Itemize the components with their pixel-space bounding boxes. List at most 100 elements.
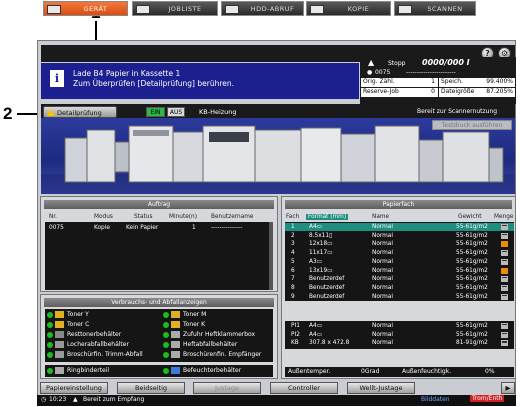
paper-level-icon — [501, 224, 508, 230]
paper-settings-button[interactable]: Papiereinstellung — [40, 382, 108, 394]
paper-tray-row[interactable]: 8 Benutzerdef Normal 55-61g/m2 — [285, 284, 514, 292]
paper-tray-row[interactable]: PI1 A4▭ Normal 55-61g/m2 — [285, 322, 514, 330]
paper-tray-title: Papierfach — [285, 200, 512, 209]
next-page-arrow-icon[interactable]: ▶ — [501, 382, 515, 394]
trim-icon — [55, 351, 64, 358]
receive-icon: ▲ — [73, 396, 78, 403]
toner-icon — [55, 311, 64, 318]
count-display: 0000/000 I — [422, 58, 470, 67]
ok-indicator — [47, 368, 53, 374]
paper-tray-table: 1 A4▭ Normal 55-61g/m2 2 8.5x11▯ Normal 55-61g/… — [285, 222, 514, 301]
counter-dashes: ----------------------- — [406, 69, 456, 76]
paper-tray-row[interactable]: 1 A4▭ Normal 55-61g/m2 — [285, 223, 514, 231]
receive-status: Bereit zum Empfang — [83, 396, 145, 403]
staple-supply-status: Zufuhr Heftklammerbox — [163, 331, 273, 340]
paper-level-icon — [501, 276, 508, 283]
booklet-receiver-status: Broschürenfin. Empfänger — [163, 351, 273, 360]
paper-tray-row[interactable]: PI2 A4▭ Normal 55-61g/m2 — [285, 331, 514, 339]
job-table: 0075 Kopie Kein Papier 1 --------------- — [45, 222, 273, 290]
curl-adjust-button[interactable]: Wellt-Justage — [347, 382, 415, 394]
paper-tray-row[interactable]: 6 13x19▭ Normal 55-61g/m2 — [285, 267, 514, 275]
detail-check-button[interactable]: Detailprüfung — [43, 106, 117, 118]
paper-tray-row[interactable]: 5 A3▭ Normal 55-61g/m2 — [285, 258, 514, 266]
duplex-button[interactable]: Beidseitig — [117, 382, 185, 394]
paper-tray-row[interactable]: 9 Benutzerdef Normal 55-61g/m2 — [285, 293, 514, 301]
reserve-job-row: Reserve-Job 0 — [361, 88, 438, 97]
toner-icon — [55, 321, 64, 328]
consumables-list: Toner Y Toner C Resttonerbehälter Locher… — [45, 309, 273, 362]
ok-indicator — [163, 352, 169, 358]
paper-extra-table: PI1 A4▭ Normal 55-61g/m2 PI2 A4▭ Normal 55-61g/… — [285, 321, 514, 349]
environment-row: Außentemper. 0Grad Außenfeuchtigk. 0% — [285, 367, 514, 377]
toner-y-status: Toner Y — [47, 311, 157, 320]
paper-level-icon — [501, 323, 508, 329]
stop-label: Stopp — [388, 60, 406, 67]
adjustment-button[interactable]: Justage — [193, 382, 261, 394]
staple-waste-icon — [171, 341, 180, 348]
staple-waste-status: Heftabfallbehälter — [163, 341, 273, 350]
paper-tray-row[interactable]: KB 307.8 x 472.8 Normal 81-91g/m2 — [285, 339, 514, 347]
job-table-header: Nr. Modus Status Minute(n) Benutzername — [49, 214, 254, 220]
clock-time: 10:23 — [49, 396, 67, 403]
job-panel-title: Auftrag — [44, 200, 274, 209]
message-area: i Lade B4 Papier in Kassette 1 Zum Überp… — [41, 63, 359, 99]
paper-tray-row[interactable]: 4 11x17▭ Normal 55-61g/m2 — [285, 249, 514, 257]
tab-device[interactable]: GERÄT — [43, 1, 128, 16]
booklet-trim-status: Broschürfin. Trimm-Abfall — [47, 351, 157, 360]
heater-off-button[interactable]: AUS — [167, 107, 185, 117]
message-line-1: Lade B4 Papier in Kassette 1 — [73, 69, 181, 78]
job-scrollbar[interactable] — [269, 222, 273, 290]
paper-tray-row[interactable]: 3 12x18▭ Normal 55-61g/m2 — [285, 240, 514, 248]
tab-hdd-recall[interactable]: HDD-ABRUF — [221, 1, 304, 16]
paper-level-icon — [501, 232, 508, 239]
humidifier-status: Befeuchterbehälter — [163, 367, 273, 376]
memory-row: Speich. 99.400% — [439, 78, 515, 87]
copy-icon — [310, 5, 324, 14]
counter-panel: ▲ Stopp 0000/000 I ● 0075 --------------… — [360, 57, 516, 104]
tab-copy[interactable]: KOPIE — [306, 1, 391, 16]
paper-level-icon — [501, 258, 508, 265]
consumables-panel: Verbrauchs- und Abfallanzeigen Toner Y T… — [40, 294, 278, 379]
footer-status-bar: ◷ 10:23 ▲ Bereit zum Empfang Bilddaten T… — [37, 395, 516, 406]
toner-c-status: Toner C — [47, 321, 157, 330]
receiver-icon — [171, 351, 180, 358]
toner-icon — [171, 321, 180, 328]
punch-waste-status: Locherabfallbehälter — [47, 341, 157, 350]
staple-icon — [171, 331, 180, 338]
paper-tray-panel: Papierfach Fach Format (mm) Name Gewicht… — [281, 196, 516, 379]
test-print-button[interactable]: Testdruck ausführen — [432, 120, 512, 130]
tab-joblist[interactable]: JOBLISTE — [132, 1, 218, 16]
controller-button[interactable]: Controller — [270, 382, 338, 394]
ok-indicator — [163, 312, 169, 318]
heater-label: KB-Heizung — [199, 108, 237, 116]
scan-ready-label: Bereit zur Scannernutzung — [417, 108, 498, 115]
job-panel: Auftrag Nr. Modus Status Minute(n) Benut… — [40, 196, 278, 292]
paper-level-icon — [501, 340, 508, 347]
tab-scan[interactable]: SCANNEN — [394, 1, 476, 16]
ok-indicator — [163, 322, 169, 328]
paper-tray-row[interactable]: 2 8.5x11▯ Normal 55-61g/m2 — [285, 232, 514, 240]
toner-k-status: Toner K — [163, 321, 273, 330]
waste-toner-icon — [55, 331, 64, 338]
clock-icon: ◷ — [41, 396, 47, 403]
hdd-icon — [225, 5, 239, 14]
message-line-2: Zum Überprüfen [Detailprüfung] berühren. — [73, 79, 234, 88]
paper-tray-row[interactable]: 7 Benutzerdef Normal 55-61g/m2 — [285, 275, 514, 283]
ring-binder-icon — [55, 367, 64, 374]
paper-level-icon — [501, 293, 508, 300]
toner-data-indicator: Trom/Enth — [470, 395, 505, 402]
ok-indicator — [47, 332, 53, 338]
ok-indicator — [163, 368, 169, 374]
copies-value: 0075 — [375, 69, 391, 76]
waste-toner-status: Resttonerbehälter — [47, 331, 157, 340]
punch-icon — [55, 341, 64, 348]
job-row[interactable]: 0075 Kopie Kein Papier 1 --------------- — [45, 224, 273, 232]
toner-m-status: Toner M — [163, 311, 273, 320]
ok-indicator — [47, 322, 53, 328]
ok-indicator — [163, 342, 169, 348]
ok-indicator — [47, 312, 53, 318]
ring-binder-row: Ringbinderteil Befeuchterbehälter — [45, 365, 273, 377]
user-icon: ● — [367, 69, 373, 76]
heater-on-button[interactable]: EIN — [146, 107, 165, 117]
consumables-title: Verbrauchs- und Abfallanzeigen — [44, 298, 274, 307]
